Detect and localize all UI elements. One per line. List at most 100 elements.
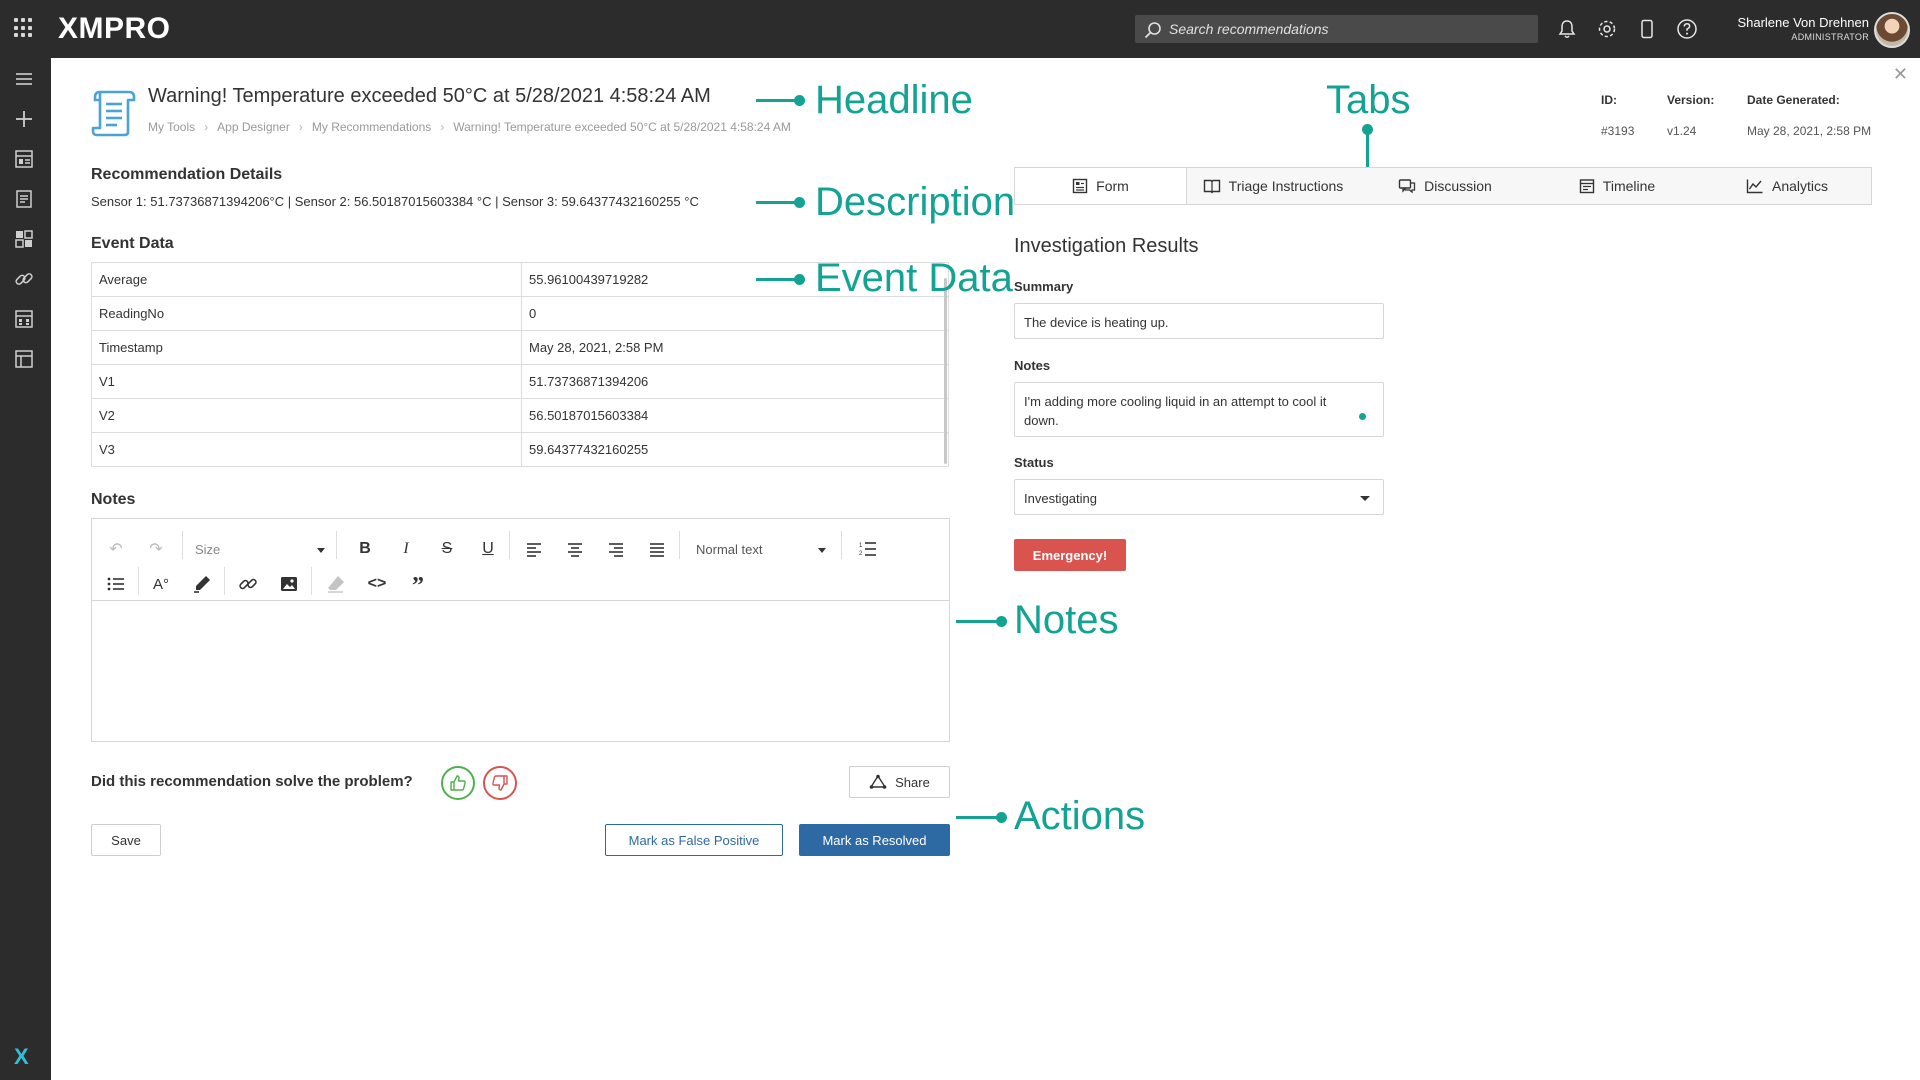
bullet-list-icon[interactable]: [105, 573, 127, 595]
chat-icon: [1398, 179, 1416, 194]
data-stream-icon[interactable]: [13, 348, 35, 370]
date-value: May 28, 2021, 2:58 PM: [1747, 124, 1872, 138]
tab-analytics[interactable]: Analytics: [1703, 168, 1871, 204]
save-button[interactable]: Save: [91, 824, 161, 856]
event-data-title: Event Data: [91, 235, 174, 252]
meta-date: Date Generated: May 28, 2021, 2:58 PM: [1747, 93, 1871, 138]
undo-icon[interactable]: ↶: [105, 538, 127, 560]
apps-icon[interactable]: [13, 228, 35, 250]
event-key: V3: [91, 432, 522, 467]
annotation-notes: Notes: [1014, 598, 1119, 642]
table-scrollbar[interactable]: [944, 278, 947, 464]
top-bar: XMPRO Sharlene Von Drehnen ADMINISTRATOR: [0, 0, 1920, 58]
status-indicator-icon: [1359, 413, 1366, 420]
align-left-icon[interactable]: [523, 538, 545, 560]
share-button[interactable]: Share: [849, 766, 950, 798]
user-role: ADMINISTRATOR: [1791, 32, 1869, 42]
code-icon[interactable]: <>: [366, 573, 388, 595]
annotation-dot: [794, 274, 805, 285]
calculator-icon[interactable]: [13, 308, 35, 330]
mobile-icon[interactable]: [1636, 18, 1658, 40]
redo-icon[interactable]: ↷: [145, 538, 167, 560]
annotation-actions: Actions: [1014, 794, 1146, 838]
align-justify-icon[interactable]: [646, 538, 668, 560]
align-right-icon[interactable]: [605, 538, 627, 560]
avatar[interactable]: [1874, 12, 1910, 48]
thumbs-up-button[interactable]: [441, 766, 475, 800]
image-icon[interactable]: [278, 573, 300, 595]
tab-timeline[interactable]: Timeline: [1531, 168, 1703, 204]
status-value: Investigating: [1024, 491, 1097, 506]
close-icon[interactable]: ✕: [1893, 64, 1908, 85]
tab-label: Form: [1096, 178, 1129, 194]
plus-icon[interactable]: [13, 108, 35, 130]
svg-text:2: 2: [859, 551, 863, 557]
version-label: Version:: [1667, 93, 1715, 107]
id-value: #3193: [1601, 124, 1635, 138]
highlighter-icon[interactable]: [191, 573, 213, 595]
gear-icon[interactable]: [1596, 18, 1618, 40]
tab-form[interactable]: Form: [1015, 168, 1187, 204]
breadcrumb: My Tools › App Designer › My Recommendat…: [148, 120, 791, 134]
scroll-document-icon: [91, 90, 136, 137]
help-icon[interactable]: [1676, 18, 1698, 40]
breadcrumb-item[interactable]: My Tools: [148, 120, 195, 134]
user-name[interactable]: Sharlene Von Drehnen: [1737, 15, 1869, 30]
notes-editor-area[interactable]: [92, 602, 949, 741]
italic-icon[interactable]: I: [395, 538, 417, 560]
status-select[interactable]: Investigating: [1014, 479, 1384, 515]
annotation-event-data: Event Data: [815, 256, 1013, 300]
chevron-right-icon: ›: [204, 120, 209, 134]
annotation-dot: [794, 197, 805, 208]
tab-discussion[interactable]: Discussion: [1359, 168, 1531, 204]
underline-icon[interactable]: U: [477, 538, 499, 560]
recommendation-icon[interactable]: [13, 188, 35, 210]
annotation-dot: [996, 616, 1007, 627]
search-input[interactable]: [1169, 15, 1529, 43]
strikethrough-icon[interactable]: S: [436, 538, 458, 560]
notes-label: Notes: [1014, 358, 1051, 373]
event-key: Average: [91, 262, 522, 297]
menu-icon[interactable]: [13, 68, 35, 90]
app-logo: XMPRO: [58, 12, 171, 45]
font-color-icon[interactable]: A°: [150, 573, 172, 595]
event-value: May 28, 2021, 2:58 PM: [521, 330, 949, 365]
notes-title: Notes: [91, 491, 136, 508]
bell-icon[interactable]: [1556, 18, 1578, 40]
annotation-tabs: Tabs: [1326, 78, 1411, 122]
dashboard-icon[interactable]: [13, 148, 35, 170]
link-icon[interactable]: [13, 268, 35, 290]
thumbs-down-icon: [492, 775, 508, 791]
link-icon[interactable]: [237, 573, 259, 595]
event-key: Timestamp: [91, 330, 522, 365]
breadcrumb-item[interactable]: My Recommendations: [312, 120, 431, 134]
blockquote-icon[interactable]: ”: [407, 573, 429, 599]
mark-false-positive-button[interactable]: Mark as False Positive: [605, 824, 783, 856]
mark-resolved-button[interactable]: Mark as Resolved: [799, 824, 950, 856]
emergency-button[interactable]: Emergency!: [1014, 539, 1126, 571]
breadcrumb-item[interactable]: App Designer: [217, 120, 290, 134]
tab-label: Analytics: [1771, 178, 1829, 194]
ordered-list-icon[interactable]: 1 2: [857, 538, 879, 560]
event-value: 59.64377432160255: [521, 432, 949, 467]
summary-field[interactable]: The device is heating up.: [1014, 303, 1384, 339]
form-title: Investigation Results: [1014, 235, 1199, 257]
annotation-line: [756, 201, 796, 204]
align-center-icon[interactable]: [564, 538, 586, 560]
annotation-line: [1366, 128, 1369, 167]
font-size-select[interactable]: Size: [195, 542, 325, 557]
app-grid-icon[interactable]: [14, 18, 34, 38]
eraser-icon[interactable]: [325, 573, 347, 595]
caret-down-icon: [818, 548, 826, 553]
thumbs-down-button[interactable]: [483, 766, 517, 800]
notes-field[interactable]: I'm adding more cooling liquid in an att…: [1014, 382, 1384, 437]
breadcrumb-item-current: Warning! Temperature exceeded 50°C at 5/…: [453, 120, 791, 134]
annotation-line: [756, 278, 796, 281]
xmpro-mark-icon[interactable]: X: [14, 1044, 29, 1070]
search-icon: [1144, 22, 1161, 39]
text-style-select[interactable]: Normal text: [696, 542, 826, 557]
bold-icon[interactable]: B: [354, 538, 376, 560]
tab-triage-instructions[interactable]: Triage Instructions: [1187, 168, 1359, 204]
search-box[interactable]: [1135, 15, 1538, 43]
tab-bar: Form Triage Instructions Discussion Time…: [1014, 167, 1872, 205]
